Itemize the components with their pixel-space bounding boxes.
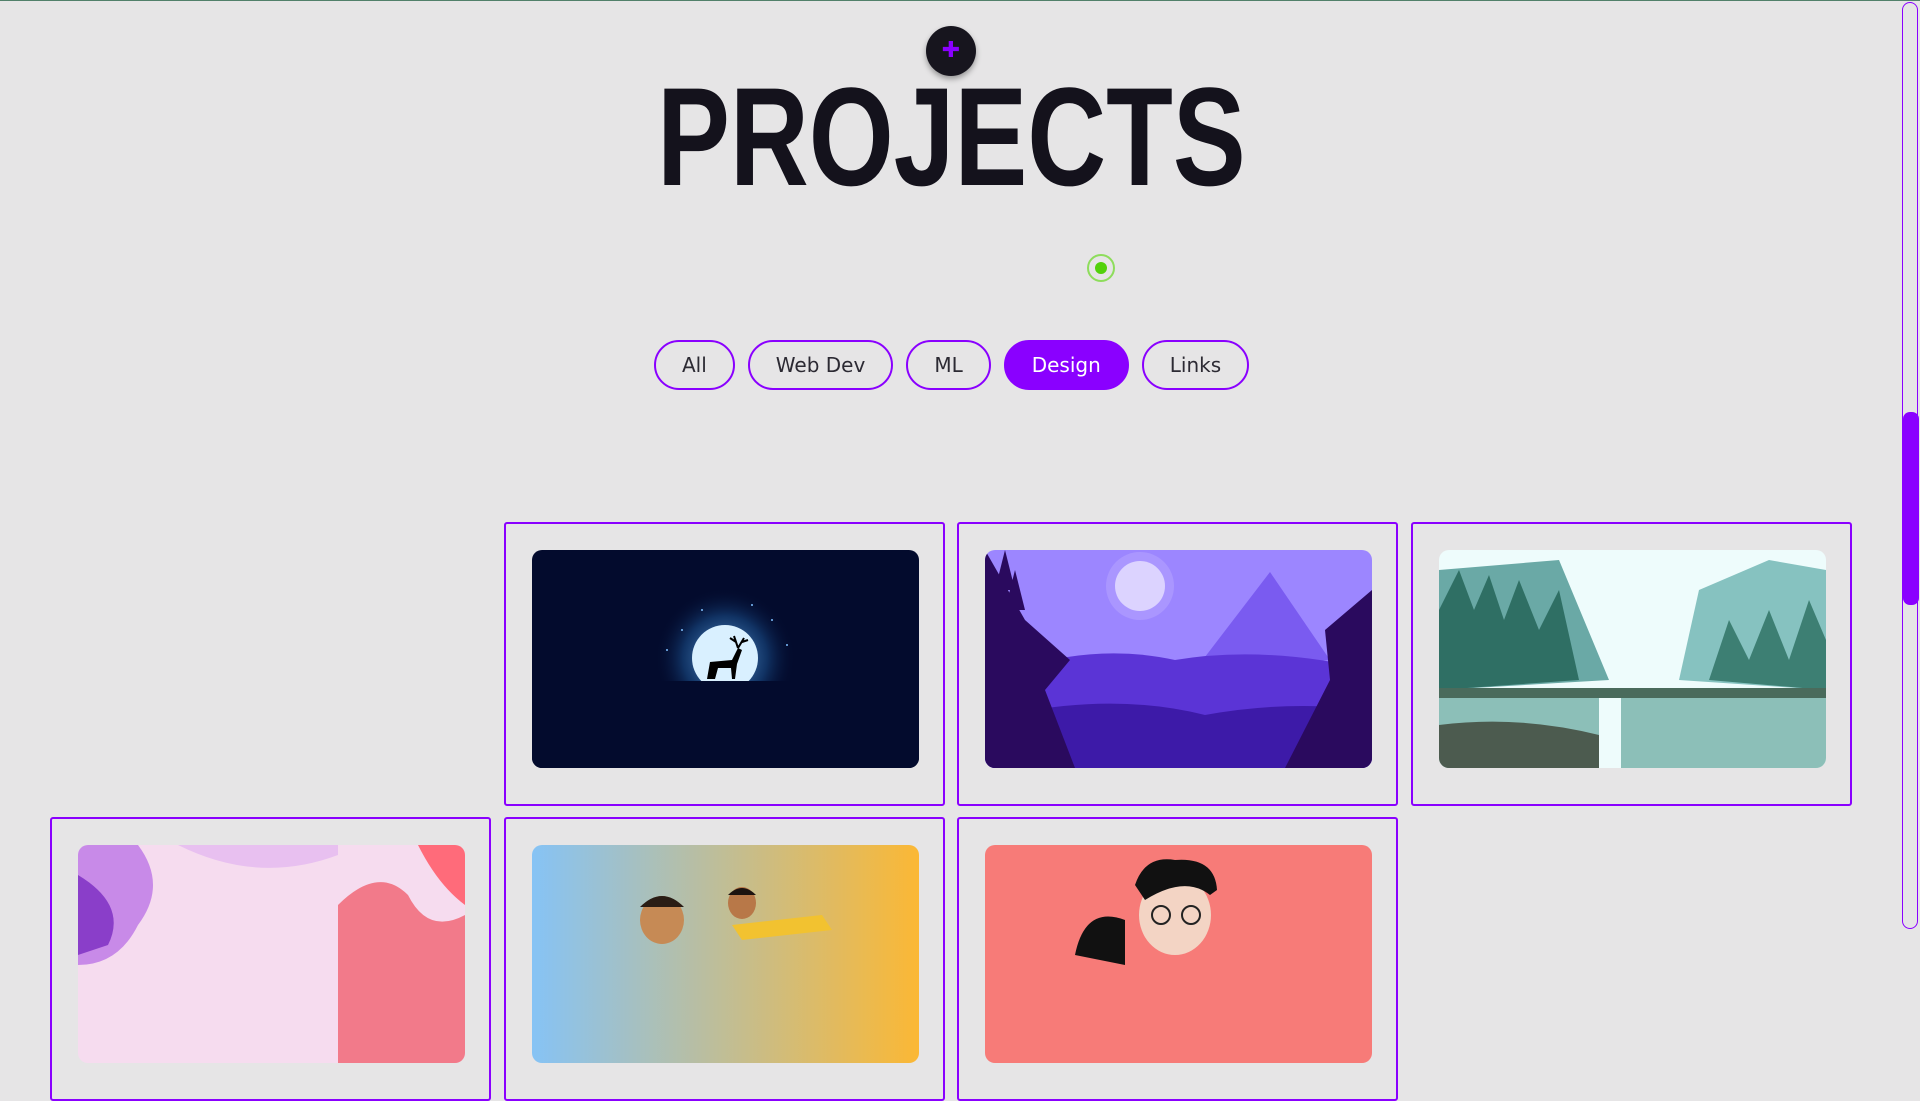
- project-card[interactable]: [504, 522, 945, 806]
- project-thumbnail: [985, 550, 1372, 768]
- page-title: PROJECTS: [657, 58, 1246, 215]
- project-card[interactable]: [1411, 522, 1852, 806]
- project-card[interactable]: [504, 817, 945, 1101]
- project-card[interactable]: [957, 817, 1398, 1101]
- project-thumbnail: [78, 845, 465, 1063]
- online-dot-icon: [1087, 254, 1115, 282]
- project-card[interactable]: [957, 522, 1398, 806]
- filter-web-dev[interactable]: Web Dev: [747, 340, 894, 390]
- filter-ml[interactable]: ML: [906, 340, 991, 390]
- scrollbar-thumb[interactable]: [1903, 412, 1919, 605]
- project-thumbnail: [532, 550, 919, 768]
- filter-design[interactable]: Design: [1003, 340, 1129, 390]
- project-thumbnail: [1439, 550, 1826, 768]
- top-border: [0, 0, 1920, 1]
- project-card[interactable]: [50, 817, 491, 1101]
- filter-all[interactable]: All: [654, 340, 735, 390]
- project-thumbnail: [985, 845, 1372, 1063]
- filter-bar: All Web Dev ML Design Links: [654, 340, 1250, 390]
- filter-links[interactable]: Links: [1141, 340, 1250, 390]
- project-thumbnail: [532, 845, 919, 1063]
